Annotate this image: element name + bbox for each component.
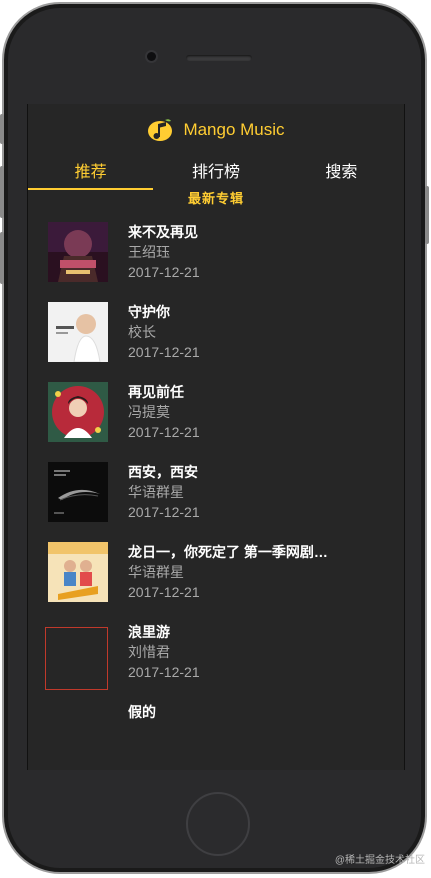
album-date: 2017-12-21 xyxy=(128,264,200,280)
tab-search[interactable]: 搜索 xyxy=(279,160,404,190)
album-singer: 王绍珏 xyxy=(128,244,170,260)
list-item[interactable]: 浪里游 刘惜君 2017-12-21 xyxy=(28,618,404,698)
album-name: 再见前任 xyxy=(128,384,184,400)
album-info: 浪里游 刘惜君 2017-12-21 xyxy=(128,622,398,682)
album-name: 龙日一，你死定了 第一季网剧原声带 xyxy=(128,544,334,560)
album-cover-placeholder xyxy=(45,627,108,690)
album-name: 浪里游 xyxy=(128,624,170,640)
list-item[interactable]: 再见前任 冯提莫 2017-12-21 xyxy=(28,378,404,458)
album-singer: 华语群星 xyxy=(128,484,184,500)
app-screen: Mango Music 推荐 排行榜 搜索 最新专辑 来不及再见 王绍珏 201… xyxy=(27,104,405,770)
album-singer: 刘惜君 xyxy=(128,644,170,660)
list-item[interactable]: 西安，西安 华语群星 2017-12-21 xyxy=(28,458,404,538)
section-title-latest-albums: 最新专辑 xyxy=(187,191,244,206)
list-item[interactable]: 来不及再见 王绍珏 2017-12-21 xyxy=(28,218,404,298)
album-info: 来不及再见 王绍珏 2017-12-21 xyxy=(128,222,398,282)
album-date: 2017-12-21 xyxy=(128,344,200,360)
tab-recommend[interactable]: 推荐 xyxy=(28,160,154,190)
album-cover xyxy=(48,462,108,522)
album-info: 龙日一，你死定了 第一季网剧原声带 华语群星 2017-12-21 xyxy=(128,542,398,602)
album-cover xyxy=(48,382,108,442)
music-note-logo-icon xyxy=(148,119,173,141)
album-name: 守护你 xyxy=(128,304,170,320)
album-cover xyxy=(48,222,108,282)
album-date: 2017-12-21 xyxy=(128,424,200,440)
volume-down-button xyxy=(0,232,4,284)
album-cover xyxy=(48,302,108,362)
home-button[interactable] xyxy=(186,792,250,856)
list-item[interactable]: 龙日一，你死定了 第一季网剧原声带 华语群星 2017-12-21 xyxy=(28,538,404,618)
tab-ranking[interactable]: 排行榜 xyxy=(153,160,278,190)
album-info: 假的 xyxy=(128,702,398,722)
tab-bar: 推荐 排行榜 搜索 xyxy=(28,160,404,190)
list-item[interactable]: 守护你 校长 2017-12-21 xyxy=(28,298,404,378)
tab-label: 搜索 xyxy=(325,164,358,181)
watermark: @稀土掘金技术社区 xyxy=(334,855,425,866)
album-date: 2017-12-21 xyxy=(128,584,200,600)
album-date: 2017-12-21 xyxy=(128,504,200,520)
earpiece-speaker xyxy=(186,55,252,61)
album-info: 守护你 校长 2017-12-21 xyxy=(128,302,398,362)
album-info: 西安，西安 华语群星 2017-12-21 xyxy=(128,462,398,522)
front-camera xyxy=(147,52,156,61)
tab-label: 推荐 xyxy=(74,164,107,181)
album-date: 2017-12-21 xyxy=(128,664,200,680)
mute-switch xyxy=(0,114,4,144)
album-singer: 校长 xyxy=(128,324,156,340)
app-title: Mango Music xyxy=(183,120,285,139)
album-name: 西安，西安 xyxy=(128,464,198,480)
album-info: 再见前任 冯提莫 2017-12-21 xyxy=(128,382,398,442)
power-button xyxy=(425,186,429,244)
app-header: Mango Music xyxy=(28,114,404,146)
album-cover xyxy=(48,542,108,602)
album-singer: 冯提莫 xyxy=(128,404,170,420)
volume-up-button xyxy=(0,166,4,218)
album-name: 假的 xyxy=(128,704,156,720)
tab-label: 排行榜 xyxy=(191,164,240,181)
album-name: 来不及再见 xyxy=(128,224,198,240)
album-singer: 华语群星 xyxy=(128,564,184,580)
list-item[interactable]: 假的 xyxy=(28,698,404,770)
